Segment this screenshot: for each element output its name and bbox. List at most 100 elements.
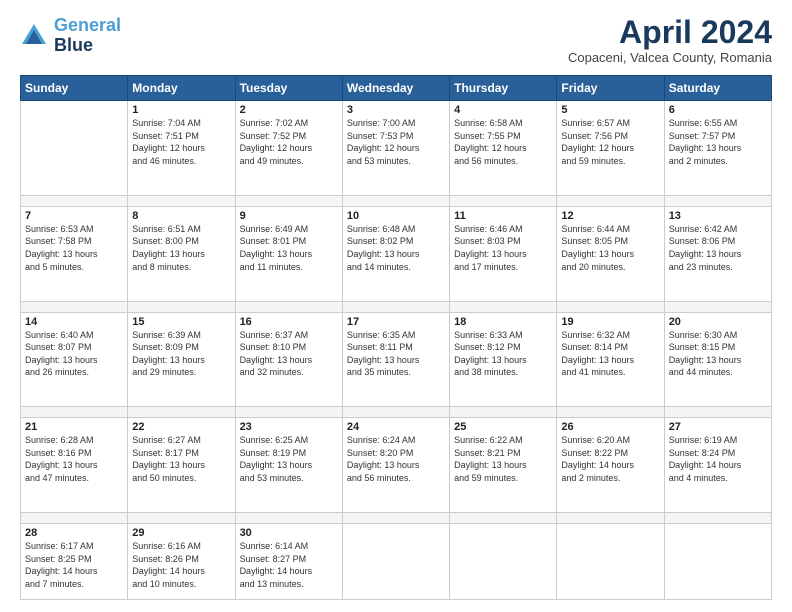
day-num-14: 14 xyxy=(25,316,123,328)
title-block: April 2024 Copaceni, Valcea County, Roma… xyxy=(568,16,772,65)
day-info-5: Sunrise: 6:57 AM Sunset: 7:56 PM Dayligh… xyxy=(561,117,659,167)
day-info-3: Sunrise: 7:00 AM Sunset: 7:53 PM Dayligh… xyxy=(347,117,445,167)
location: Copaceni, Valcea County, Romania xyxy=(568,50,772,65)
day-info-14: Sunrise: 6:40 AM Sunset: 8:07 PM Dayligh… xyxy=(25,329,123,379)
cell-2-0: 14Sunrise: 6:40 AM Sunset: 8:07 PM Dayli… xyxy=(21,312,128,407)
cell-0-2: 2Sunrise: 7:02 AM Sunset: 7:52 PM Daylig… xyxy=(235,101,342,196)
sep-cell-1-2 xyxy=(235,301,342,312)
day-num-9: 9 xyxy=(240,210,338,222)
day-num-4: 4 xyxy=(454,104,552,116)
cell-1-3: 10Sunrise: 6:48 AM Sunset: 8:02 PM Dayli… xyxy=(342,206,449,301)
sep-cell-0-5 xyxy=(557,195,664,206)
cell-4-1: 29Sunrise: 6:16 AM Sunset: 8:26 PM Dayli… xyxy=(128,524,235,600)
day-num-17: 17 xyxy=(347,316,445,328)
day-info-23: Sunrise: 6:25 AM Sunset: 8:19 PM Dayligh… xyxy=(240,434,338,484)
day-num-28: 28 xyxy=(25,527,123,539)
day-num-8: 8 xyxy=(132,210,230,222)
day-info-9: Sunrise: 6:49 AM Sunset: 8:01 PM Dayligh… xyxy=(240,223,338,273)
col-thursday: Thursday xyxy=(450,76,557,101)
cell-1-0: 7Sunrise: 6:53 AM Sunset: 7:58 PM Daylig… xyxy=(21,206,128,301)
sep-cell-2-4 xyxy=(450,407,557,418)
separator-row-2 xyxy=(21,407,772,418)
day-num-24: 24 xyxy=(347,421,445,433)
sep-cell-2-3 xyxy=(342,407,449,418)
cell-4-2: 30Sunrise: 6:14 AM Sunset: 8:27 PM Dayli… xyxy=(235,524,342,600)
sep-cell-3-6 xyxy=(664,513,771,524)
cell-2-3: 17Sunrise: 6:35 AM Sunset: 8:11 PM Dayli… xyxy=(342,312,449,407)
day-info-25: Sunrise: 6:22 AM Sunset: 8:21 PM Dayligh… xyxy=(454,434,552,484)
day-info-13: Sunrise: 6:42 AM Sunset: 8:06 PM Dayligh… xyxy=(669,223,767,273)
sep-cell-2-2 xyxy=(235,407,342,418)
day-info-8: Sunrise: 6:51 AM Sunset: 8:00 PM Dayligh… xyxy=(132,223,230,273)
sep-cell-3-4 xyxy=(450,513,557,524)
logo-icon xyxy=(20,22,48,50)
day-num-16: 16 xyxy=(240,316,338,328)
cell-1-4: 11Sunrise: 6:46 AM Sunset: 8:03 PM Dayli… xyxy=(450,206,557,301)
day-info-6: Sunrise: 6:55 AM Sunset: 7:57 PM Dayligh… xyxy=(669,117,767,167)
cell-4-3 xyxy=(342,524,449,600)
day-num-12: 12 xyxy=(561,210,659,222)
cell-1-2: 9Sunrise: 6:49 AM Sunset: 8:01 PM Daylig… xyxy=(235,206,342,301)
sep-cell-0-1 xyxy=(128,195,235,206)
cell-0-5: 5Sunrise: 6:57 AM Sunset: 7:56 PM Daylig… xyxy=(557,101,664,196)
sep-cell-2-1 xyxy=(128,407,235,418)
day-num-30: 30 xyxy=(240,527,338,539)
day-info-28: Sunrise: 6:17 AM Sunset: 8:25 PM Dayligh… xyxy=(25,540,123,590)
sep-cell-3-3 xyxy=(342,513,449,524)
day-info-1: Sunrise: 7:04 AM Sunset: 7:51 PM Dayligh… xyxy=(132,117,230,167)
cell-2-4: 18Sunrise: 6:33 AM Sunset: 8:12 PM Dayli… xyxy=(450,312,557,407)
day-num-19: 19 xyxy=(561,316,659,328)
day-info-2: Sunrise: 7:02 AM Sunset: 7:52 PM Dayligh… xyxy=(240,117,338,167)
sep-cell-2-6 xyxy=(664,407,771,418)
day-num-2: 2 xyxy=(240,104,338,116)
cell-3-5: 26Sunrise: 6:20 AM Sunset: 8:22 PM Dayli… xyxy=(557,418,664,513)
cell-3-1: 22Sunrise: 6:27 AM Sunset: 8:17 PM Dayli… xyxy=(128,418,235,513)
day-info-30: Sunrise: 6:14 AM Sunset: 8:27 PM Dayligh… xyxy=(240,540,338,590)
day-num-20: 20 xyxy=(669,316,767,328)
col-saturday: Saturday xyxy=(664,76,771,101)
separator-row-0 xyxy=(21,195,772,206)
col-wednesday: Wednesday xyxy=(342,76,449,101)
day-num-10: 10 xyxy=(347,210,445,222)
day-num-18: 18 xyxy=(454,316,552,328)
cell-4-0: 28Sunrise: 6:17 AM Sunset: 8:25 PM Dayli… xyxy=(21,524,128,600)
sep-cell-1-5 xyxy=(557,301,664,312)
cell-0-4: 4Sunrise: 6:58 AM Sunset: 7:55 PM Daylig… xyxy=(450,101,557,196)
day-num-3: 3 xyxy=(347,104,445,116)
cell-2-2: 16Sunrise: 6:37 AM Sunset: 8:10 PM Dayli… xyxy=(235,312,342,407)
day-num-7: 7 xyxy=(25,210,123,222)
sep-cell-0-3 xyxy=(342,195,449,206)
cell-3-6: 27Sunrise: 6:19 AM Sunset: 8:24 PM Dayli… xyxy=(664,418,771,513)
month-title: April 2024 xyxy=(568,16,772,48)
day-num-26: 26 xyxy=(561,421,659,433)
sep-cell-1-1 xyxy=(128,301,235,312)
cell-0-0 xyxy=(21,101,128,196)
sep-cell-1-3 xyxy=(342,301,449,312)
day-info-26: Sunrise: 6:20 AM Sunset: 8:22 PM Dayligh… xyxy=(561,434,659,484)
week-row-5: 28Sunrise: 6:17 AM Sunset: 8:25 PM Dayli… xyxy=(21,524,772,600)
day-num-21: 21 xyxy=(25,421,123,433)
calendar-header-row: Sunday Monday Tuesday Wednesday Thursday… xyxy=(21,76,772,101)
logo-text: General Blue xyxy=(54,16,121,56)
sep-cell-3-1 xyxy=(128,513,235,524)
day-num-11: 11 xyxy=(454,210,552,222)
cell-1-5: 12Sunrise: 6:44 AM Sunset: 8:05 PM Dayli… xyxy=(557,206,664,301)
day-num-1: 1 xyxy=(132,104,230,116)
day-info-16: Sunrise: 6:37 AM Sunset: 8:10 PM Dayligh… xyxy=(240,329,338,379)
sep-cell-0-2 xyxy=(235,195,342,206)
day-info-15: Sunrise: 6:39 AM Sunset: 8:09 PM Dayligh… xyxy=(132,329,230,379)
col-monday: Monday xyxy=(128,76,235,101)
day-info-7: Sunrise: 6:53 AM Sunset: 7:58 PM Dayligh… xyxy=(25,223,123,273)
cell-3-2: 23Sunrise: 6:25 AM Sunset: 8:19 PM Dayli… xyxy=(235,418,342,513)
sep-cell-1-4 xyxy=(450,301,557,312)
week-row-4: 21Sunrise: 6:28 AM Sunset: 8:16 PM Dayli… xyxy=(21,418,772,513)
logo: General Blue xyxy=(20,16,121,56)
separator-row-1 xyxy=(21,301,772,312)
sep-cell-0-6 xyxy=(664,195,771,206)
day-info-10: Sunrise: 6:48 AM Sunset: 8:02 PM Dayligh… xyxy=(347,223,445,273)
day-info-11: Sunrise: 6:46 AM Sunset: 8:03 PM Dayligh… xyxy=(454,223,552,273)
day-num-6: 6 xyxy=(669,104,767,116)
separator-row-3 xyxy=(21,513,772,524)
day-num-25: 25 xyxy=(454,421,552,433)
day-info-27: Sunrise: 6:19 AM Sunset: 8:24 PM Dayligh… xyxy=(669,434,767,484)
